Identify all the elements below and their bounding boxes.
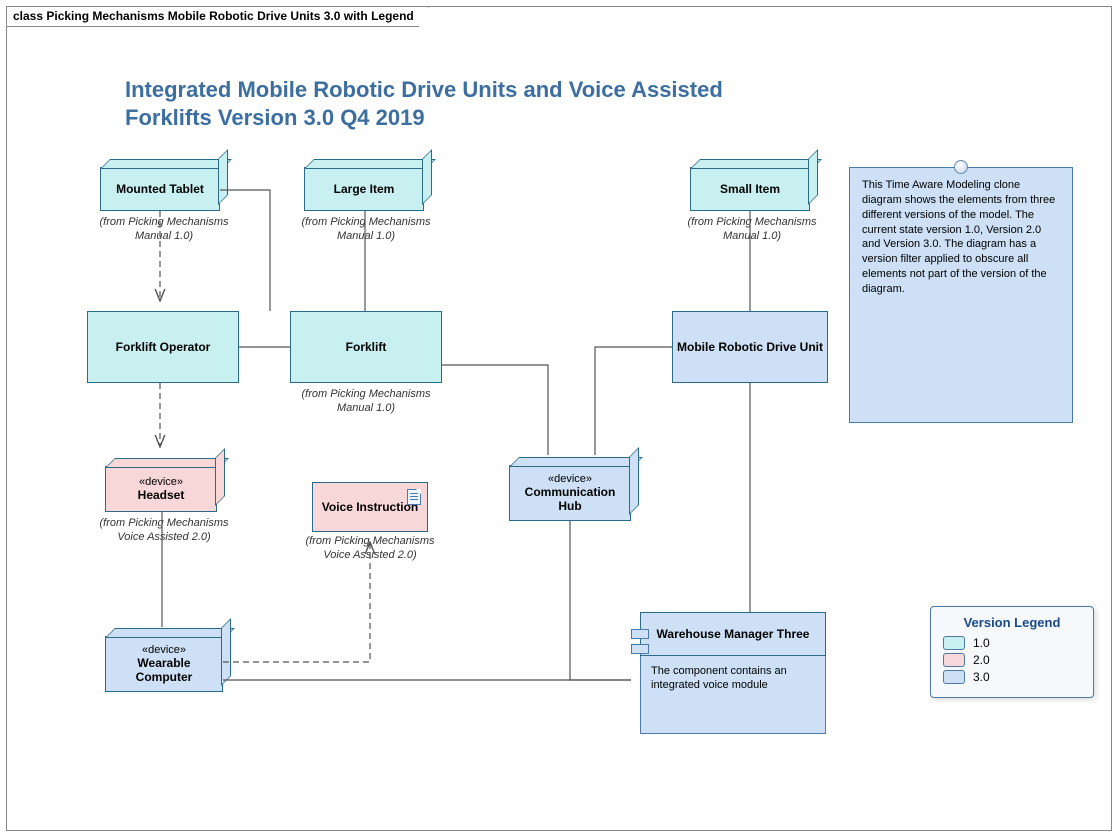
component-port-icon (631, 644, 649, 654)
node-label: Forklift Operator (116, 340, 211, 354)
node-caption: (from Picking Mechanisms Manual 1.0) (686, 216, 818, 244)
legend-label: 3.0 (973, 670, 990, 684)
node-caption: (from Picking Mechanisms Manual 1.0) (300, 388, 432, 416)
node-label: Wearable Computer (110, 656, 218, 684)
stereotype: «device» (548, 473, 592, 485)
legend-swatch (943, 636, 965, 650)
node-label: Warehouse Manager Three (657, 627, 810, 641)
legend-label: 1.0 (973, 636, 990, 650)
node-forklift-operator[interactable]: Forklift Operator (87, 311, 239, 383)
legend-swatch (943, 653, 965, 667)
legend-label: 2.0 (973, 653, 990, 667)
node-label: Mobile Robotic Drive Unit (677, 340, 823, 354)
node-large-item[interactable]: Large Item (304, 167, 424, 211)
node-headset[interactable]: «device» Headset (105, 466, 217, 512)
node-label: Communication Hub (514, 485, 626, 513)
component-port-icon (631, 629, 649, 639)
node-caption: (from Picking Mechanisms Voice Assisted … (304, 535, 436, 563)
legend-row: 1.0 (943, 636, 1081, 650)
node-small-item[interactable]: Small Item (690, 167, 810, 211)
stereotype: «device» (142, 644, 186, 656)
document-icon (407, 489, 421, 505)
stereotype: «device» (139, 476, 183, 488)
diagram-tab: class Picking Mechanisms Mobile Robotic … (7, 7, 429, 27)
node-label: Headset (138, 488, 185, 502)
node-label: Small Item (720, 182, 780, 196)
node-description: The component contains an integrated voi… (640, 656, 826, 734)
node-voice-instruction[interactable]: Voice Instruction (312, 482, 428, 532)
node-label: Forklift (346, 340, 387, 354)
node-label: Large Item (334, 182, 395, 196)
note-time-aware: This Time Aware Modeling clone diagram s… (849, 167, 1073, 423)
node-warehouse-manager-three[interactable]: Warehouse Manager Three (640, 612, 826, 656)
node-label: Voice Instruction (322, 500, 418, 514)
legend-title: Version Legend (943, 615, 1081, 630)
diagram-title: Integrated Mobile Robotic Drive Units an… (125, 76, 745, 131)
node-mobile-robotic-drive-unit[interactable]: Mobile Robotic Drive Unit (672, 311, 828, 383)
node-caption: (from Picking Mechanisms Manual 1.0) (98, 216, 230, 244)
legend-row: 2.0 (943, 653, 1081, 667)
node-label: Mounted Tablet (116, 182, 204, 196)
node-caption: (from Picking Mechanisms Manual 1.0) (300, 216, 432, 244)
legend-swatch (943, 670, 965, 684)
node-wearable-computer[interactable]: «device» Wearable Computer (105, 636, 223, 692)
version-legend: Version Legend 1.0 2.0 3.0 (930, 606, 1094, 698)
node-communication-hub[interactable]: «device» Communication Hub (509, 465, 631, 521)
note-text: This Time Aware Modeling clone diagram s… (862, 179, 1055, 295)
node-caption: (from Picking Mechanisms Voice Assisted … (98, 517, 230, 545)
legend-row: 3.0 (943, 670, 1081, 684)
node-mounted-tablet[interactable]: Mounted Tablet (100, 167, 220, 211)
node-forklift[interactable]: Forklift (290, 311, 442, 383)
pin-icon (954, 160, 968, 174)
